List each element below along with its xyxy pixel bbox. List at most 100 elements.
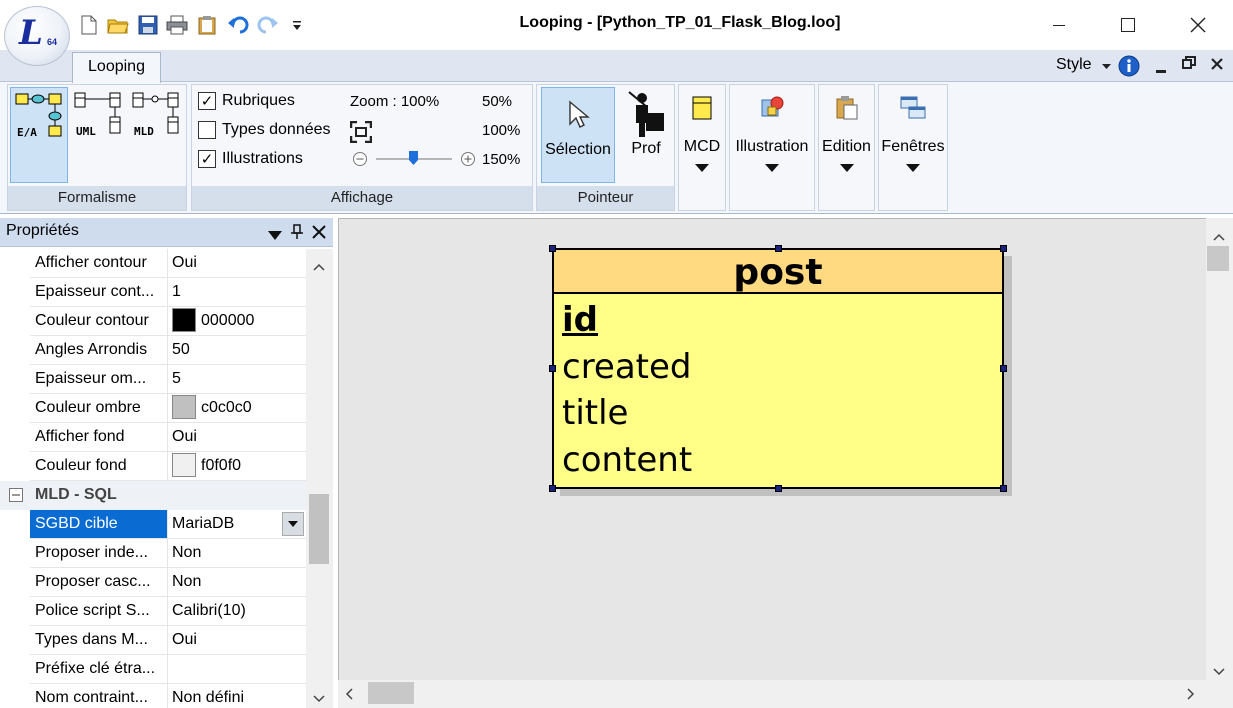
prop-row[interactable]: Police script S... Calibri(10) — [30, 597, 306, 626]
prop-value[interactable]: Non — [167, 539, 306, 567]
prop-value[interactable]: 50 — [167, 336, 306, 364]
checkbox-illustrations[interactable]: ✓ Illustrations — [198, 147, 303, 171]
prop-row[interactable]: Epaisseur om... 5 — [30, 365, 306, 394]
selection-button[interactable]: Sélection — [541, 87, 615, 183]
zoom-100-button[interactable]: 100% — [482, 122, 520, 139]
prop-value[interactable]: 1 — [167, 278, 306, 306]
prop-row[interactable]: Proposer inde... Non — [30, 539, 306, 568]
entity-post[interactable]: post id created title content — [552, 248, 1004, 489]
resize-handle[interactable] — [1000, 245, 1007, 252]
style-dropdown-icon[interactable] — [1102, 58, 1112, 76]
customize-toolbar-icon[interactable] — [286, 14, 308, 36]
properties-scrollbar[interactable] — [306, 249, 333, 708]
prop-value-color[interactable]: 000000 — [167, 307, 306, 335]
tab-looping[interactable]: Looping — [72, 52, 161, 83]
canvas-scroll-down-icon[interactable] — [1213, 663, 1225, 681]
open-folder-icon[interactable] — [107, 14, 129, 36]
prop-row[interactable]: Epaisseur cont... 1 — [30, 278, 306, 307]
entity-key-attribute[interactable]: id — [562, 300, 598, 340]
zoom-150-button[interactable]: 150% — [482, 151, 520, 168]
resize-handle[interactable] — [775, 245, 782, 252]
prop-value[interactable]: Non défini — [167, 684, 306, 708]
section-mld-sql[interactable]: MLD - SQL — [0, 481, 306, 510]
ribbon-minimize-icon[interactable] — [1155, 62, 1167, 80]
formalism-ea-button[interactable]: E/A — [10, 87, 68, 183]
save-icon[interactable] — [137, 14, 159, 36]
ribbon-restore-icon[interactable] — [1182, 56, 1196, 75]
prof-button[interactable]: Prof — [619, 87, 673, 183]
entity-name[interactable]: post — [554, 250, 1002, 294]
scroll-down-icon[interactable] — [313, 690, 325, 708]
canvas-vertical-scrollbar[interactable] — [1206, 218, 1233, 680]
ribbon-close-icon[interactable] — [1210, 57, 1224, 76]
zoom-slider-thumb[interactable] — [409, 151, 419, 170]
resize-handle[interactable] — [549, 365, 556, 372]
entity-attribute[interactable]: title — [562, 393, 628, 433]
panel-close-icon[interactable] — [312, 225, 326, 244]
entity-attribute[interactable]: content — [562, 440, 692, 480]
panel-menu-icon[interactable] — [268, 228, 282, 246]
prop-value[interactable]: Calibri(10) — [167, 597, 306, 625]
scroll-up-icon[interactable] — [313, 258, 325, 276]
prop-value[interactable]: Oui — [167, 249, 306, 277]
undo-icon[interactable] — [227, 14, 249, 36]
prop-value-color[interactable]: f0f0f0 — [167, 452, 306, 480]
zoom-in-icon[interactable] — [460, 151, 476, 172]
entity-attribute[interactable]: created — [562, 347, 692, 387]
zoom-fit-icon[interactable] — [349, 120, 373, 148]
zoom-50-button[interactable]: 50% — [482, 93, 512, 110]
help-info-icon[interactable] — [1118, 55, 1140, 82]
resize-handle[interactable] — [1000, 365, 1007, 372]
app-logo[interactable]: L 64 — [4, 6, 70, 66]
redo-icon[interactable] — [257, 14, 279, 36]
resize-handle[interactable] — [549, 245, 556, 252]
properties-scroll-thumb[interactable] — [309, 494, 329, 564]
minimize-button[interactable] — [1036, 10, 1082, 40]
checkbox-rubriques[interactable]: ✓ Rubriques — [198, 89, 295, 113]
fenetres-menu-button[interactable]: Fenêtres — [881, 87, 945, 205]
resize-handle[interactable] — [549, 485, 556, 492]
canvas-scroll-left-icon[interactable] — [345, 687, 353, 705]
canvas-horizontal-thumb[interactable] — [368, 682, 414, 704]
close-button[interactable] — [1175, 10, 1221, 40]
mcd-menu-button[interactable]: MCD — [681, 87, 723, 205]
checkbox-illustrations-box[interactable]: ✓ — [198, 150, 216, 168]
new-file-icon[interactable] — [78, 14, 100, 36]
zoom-out-icon[interactable] — [352, 151, 368, 172]
checkbox-types-donnees[interactable]: Types données — [198, 118, 331, 142]
prop-row[interactable]: Nom contraint... Non défini — [30, 684, 306, 708]
prop-row[interactable]: Types dans M... Oui — [30, 626, 306, 655]
edition-menu-button[interactable]: Edition — [821, 87, 872, 205]
prop-row-selected[interactable]: SGBD cible MariaDB — [30, 510, 306, 539]
prop-value[interactable]: 5 — [167, 365, 306, 393]
prop-row[interactable]: Proposer casc... Non — [30, 568, 306, 597]
chevron-down-icon[interactable] — [282, 512, 304, 536]
checkbox-types-box[interactable] — [198, 121, 216, 139]
pin-icon[interactable] — [290, 224, 304, 245]
formalism-uml-button[interactable]: UML — [70, 87, 128, 183]
prop-row[interactable]: Couleur contour 000000 — [30, 307, 306, 336]
prop-row[interactable]: Afficher fond Oui — [30, 423, 306, 452]
illustration-menu-button[interactable]: Illustration — [732, 87, 812, 205]
canvas-scroll-up-icon[interactable] — [1213, 228, 1225, 246]
prop-value[interactable] — [167, 655, 306, 683]
prop-row[interactable]: Préfixe clé étra... — [30, 655, 306, 684]
style-menu[interactable]: Style — [1056, 56, 1092, 74]
prop-row[interactable]: Couleur ombre c0c0c0 — [30, 394, 306, 423]
resize-handle[interactable] — [775, 485, 782, 492]
collapse-icon[interactable] — [9, 488, 23, 507]
prop-value-color[interactable]: c0c0c0 — [167, 394, 306, 422]
prop-row[interactable]: Couleur fond f0f0f0 — [30, 452, 306, 481]
prop-row[interactable]: Afficher contour Oui — [30, 249, 306, 278]
print-icon[interactable] — [166, 14, 188, 36]
canvas-vertical-thumb[interactable] — [1207, 246, 1229, 271]
resize-handle[interactable] — [1000, 485, 1007, 492]
checkbox-rubriques-box[interactable]: ✓ — [198, 92, 216, 110]
prop-value[interactable]: Oui — [167, 626, 306, 654]
prop-row[interactable]: Angles Arrondis 50 — [30, 336, 306, 365]
canvas-horizontal-scrollbar[interactable] — [338, 680, 1206, 708]
prop-value[interactable]: Non — [167, 568, 306, 596]
formalism-mld-button[interactable]: MLD — [128, 87, 186, 183]
prop-value[interactable]: Oui — [167, 423, 306, 451]
clipboard-icon[interactable] — [196, 14, 218, 36]
